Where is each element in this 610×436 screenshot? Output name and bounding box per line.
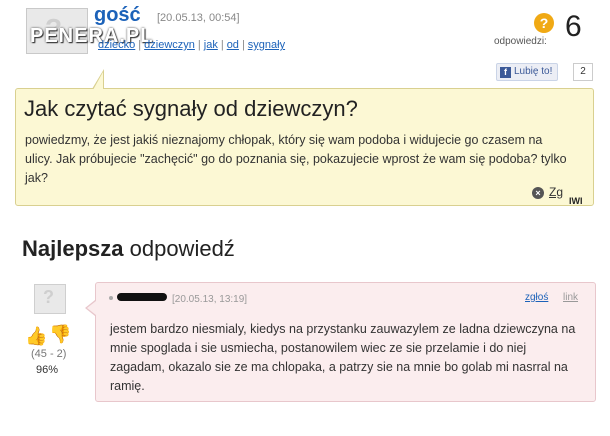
vote-count: (45 - 2) <box>31 348 67 360</box>
corner-watermark: IWI <box>569 196 583 206</box>
answer-bubble-tail-fill <box>87 301 96 315</box>
category-link-4[interactable]: od <box>227 39 239 51</box>
answer-date: [20.05.13, 13:19] <box>172 294 248 305</box>
question-report-link[interactable]: Zg <box>549 185 563 199</box>
answer-author-avatar: ? <box>34 284 66 314</box>
best-answer-heading-bold: Najlepsza <box>22 236 124 261</box>
facebook-f-icon: f <box>500 67 511 78</box>
question-title: Jak czytać sygnały od dziewczyn? <box>24 96 358 121</box>
question-badge-icon: ? <box>534 13 554 33</box>
question-body: powiedzmy, że jest jakiś nieznajomy chło… <box>25 133 567 185</box>
question-date: [20.05.13, 00:54] <box>157 12 240 24</box>
question-bubble-tail-fill <box>93 72 103 90</box>
like-count: 2 <box>573 63 593 81</box>
category-link-2[interactable]: dziewczyn <box>144 39 195 51</box>
answers-count: 6 <box>565 10 582 43</box>
answer-author-redacted <box>117 293 167 301</box>
answer-report-link[interactable]: zgłoś <box>525 292 548 303</box>
category-link-3[interactable]: jak <box>204 39 218 51</box>
facebook-like-button[interactable]: f Lubię to! <box>496 63 559 81</box>
best-answer-heading-rest: odpowiedź <box>123 236 235 261</box>
category-link-1[interactable]: dziecko <box>98 39 135 51</box>
answer-body: jestem bardzo niesmialy, kiedys na przys… <box>110 322 576 393</box>
like-label: Lubię to! <box>514 66 553 77</box>
answers-label: odpowiedzi: <box>494 36 547 47</box>
answer-permalink[interactable]: link <box>563 292 578 303</box>
close-circle-icon[interactable]: × <box>532 187 544 199</box>
thumb-up-icon[interactable]: 👍 <box>25 326 47 347</box>
vote-percent: 96% <box>36 364 59 376</box>
thumb-down-icon[interactable]: 👎 <box>49 324 71 345</box>
question-author[interactable]: gość <box>94 4 141 27</box>
best-answer-heading: Najlepsza odpowiedź <box>22 236 235 262</box>
category-link-5[interactable]: sygnały <box>248 39 285 51</box>
question-categories: dziecko | dziewczyn | jak | od | sygnały <box>98 39 286 51</box>
answer-bullet <box>109 296 113 300</box>
